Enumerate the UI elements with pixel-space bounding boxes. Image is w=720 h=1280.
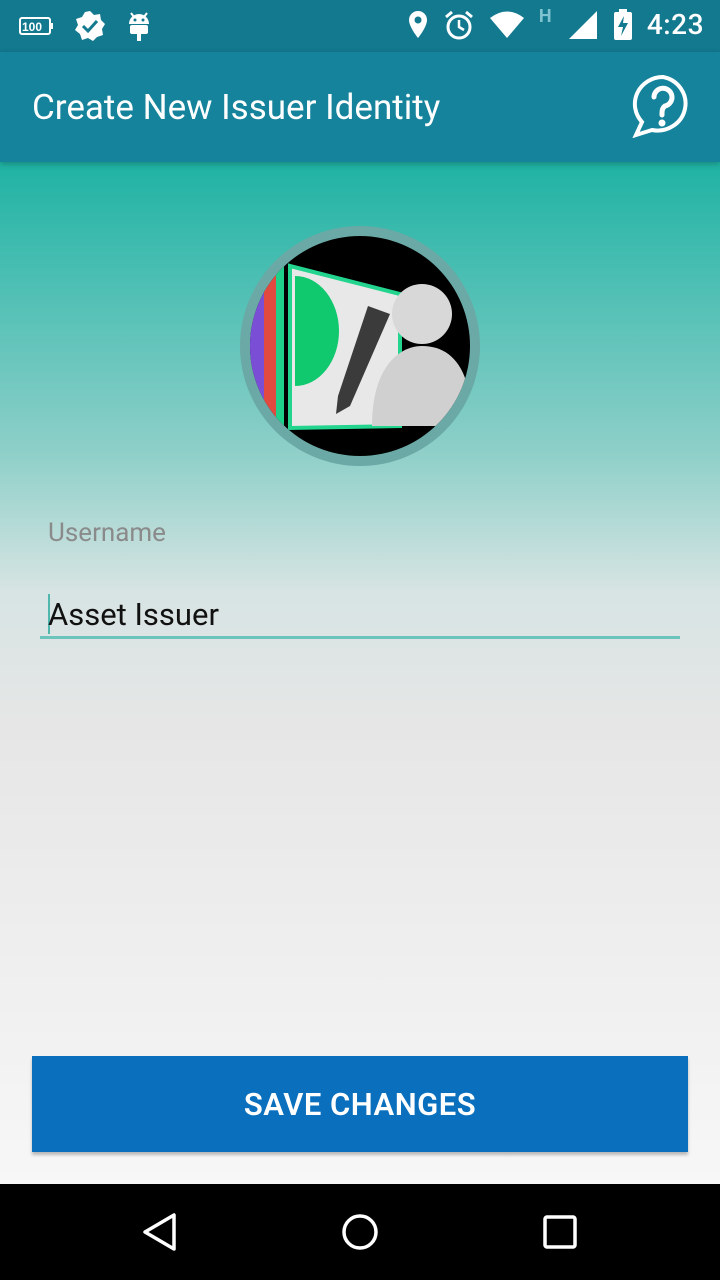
profile-avatar[interactable]: [240, 226, 480, 466]
status-left-icons: 100: [18, 10, 152, 42]
check-badge-icon: [75, 11, 105, 41]
help-icon[interactable]: [632, 74, 694, 138]
location-icon: [408, 10, 427, 38]
android-debug-icon: [129, 12, 149, 41]
username-value: Asset Issuer: [48, 596, 219, 633]
network-type-label: H: [538, 5, 552, 27]
save-changes-button[interactable]: SAVE CHANGES: [32, 1056, 688, 1152]
svg-text:100: 100: [22, 20, 42, 34]
signal-icon: [568, 10, 597, 39]
username-field[interactable]: Asset Issuer: [40, 582, 680, 639]
status-right-icons: H 4:23: [407, 5, 704, 41]
clock-time: 4:23: [646, 8, 704, 41]
avatar-image: [250, 236, 470, 456]
back-icon[interactable]: [140, 1212, 180, 1252]
home-icon[interactable]: [340, 1212, 380, 1252]
battery-charging-icon: [613, 8, 632, 40]
wifi-icon: [489, 11, 524, 38]
identity-card-icon: [250, 256, 470, 436]
status-bar: 100 H 4:23: [0, 0, 720, 52]
main-content: Username Asset Issuer: [0, 162, 720, 1184]
app-bar: Create New Issuer Identity: [0, 52, 720, 162]
battery-100-icon: 100: [19, 17, 53, 35]
navigation-bar: [0, 1184, 720, 1280]
recents-icon[interactable]: [540, 1212, 580, 1252]
alarm-icon: [444, 10, 473, 39]
page-title: Create New Issuer Identity: [32, 87, 441, 128]
username-label: Username: [48, 518, 166, 548]
